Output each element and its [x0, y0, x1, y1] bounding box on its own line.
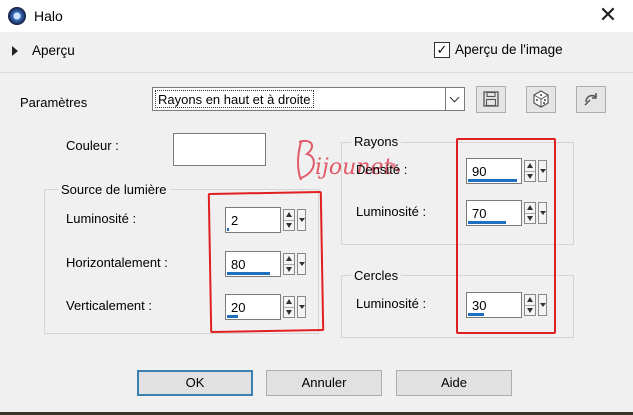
- circles-luminosity-label: Luminosité :: [356, 296, 427, 311]
- save-icon: [483, 91, 499, 107]
- color-swatch[interactable]: [173, 133, 266, 166]
- cancel-button[interactable]: Annuler: [266, 370, 382, 396]
- horizontal-label: Horizontalement :: [66, 255, 168, 270]
- preview-toggle-label[interactable]: Aperçu: [32, 43, 75, 58]
- light-luminosity-label: Luminosité :: [66, 211, 137, 226]
- randomize-button[interactable]: [526, 86, 556, 113]
- rays-luminosity-label: Luminosité :: [356, 204, 427, 219]
- reset-button[interactable]: [576, 86, 606, 113]
- rays-density-label: Densité :: [356, 162, 408, 177]
- image-preview-checkbox[interactable]: ✓: [434, 42, 450, 58]
- dialog-buttons: OK Annuler Aide: [0, 370, 633, 415]
- circles-title: Cercles: [351, 268, 402, 283]
- chevron-down-icon[interactable]: [445, 88, 464, 110]
- preset-value: Rayons en haut et à droite: [155, 90, 314, 108]
- expand-caret-icon[interactable]: [12, 46, 18, 56]
- ok-button[interactable]: OK: [137, 370, 253, 396]
- parameters-bar: Paramètres Rayons en haut et à droite: [0, 72, 633, 120]
- preset-dropdown[interactable]: Rayons en haut et à droite: [152, 87, 465, 111]
- save-preset-button[interactable]: [476, 86, 506, 113]
- highlight-box-right: [456, 138, 556, 334]
- image-preview-label[interactable]: Aperçu de l'image: [455, 42, 563, 57]
- light-source-title: Source de lumière: [58, 182, 170, 197]
- reset-icon: [584, 93, 597, 106]
- close-button[interactable]: ✕: [590, 2, 626, 30]
- preview-bar: Aperçu ✓ Aperçu de l'image: [0, 32, 633, 72]
- parameters-label: Paramètres: [20, 95, 88, 110]
- settings-panel: Couleur : ijounet Source de lumière Lumi…: [0, 120, 633, 370]
- title-bar: Halo ✕: [0, 0, 633, 32]
- app-icon: [8, 7, 26, 25]
- highlight-box-left: [207, 191, 325, 333]
- rays-title: Rayons: [351, 134, 402, 149]
- color-label: Couleur :: [66, 138, 119, 153]
- window-title: Halo: [34, 8, 63, 24]
- vertical-label: Verticalement :: [66, 298, 152, 313]
- help-button[interactable]: Aide: [396, 370, 512, 396]
- dice-icon: [533, 90, 549, 108]
